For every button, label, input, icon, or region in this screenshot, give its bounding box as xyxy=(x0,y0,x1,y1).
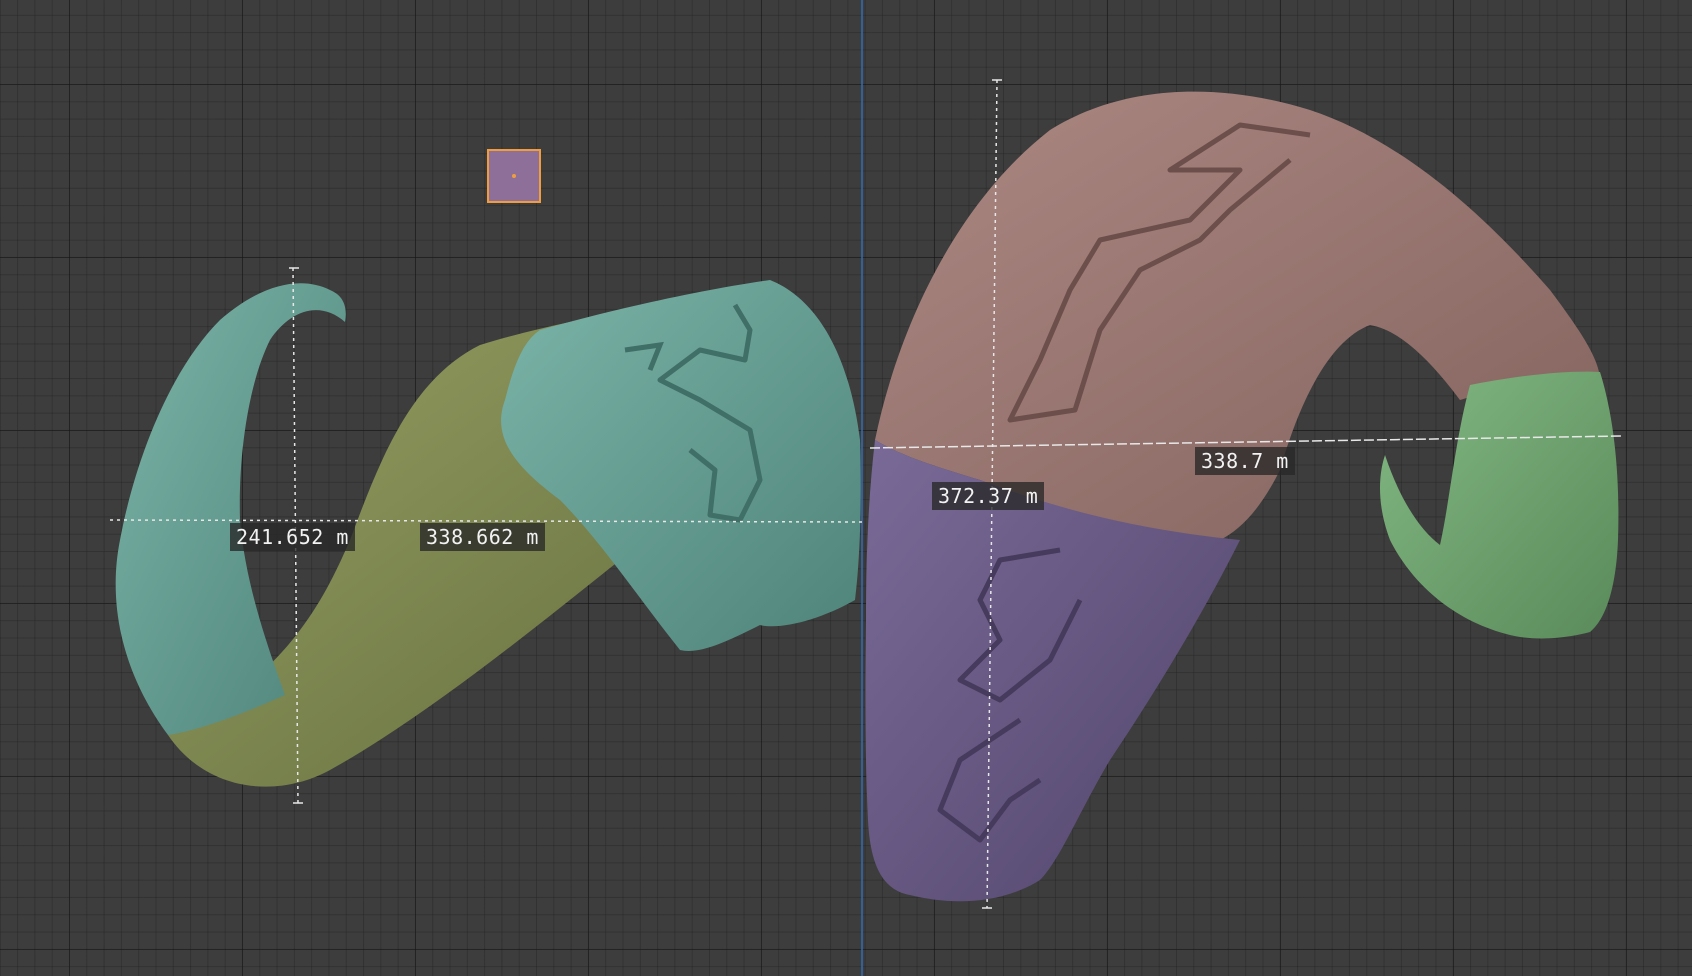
measure-label-left-horizontal[interactable]: 338.662 m xyxy=(420,523,545,551)
object-origin-dot xyxy=(512,174,516,178)
viewport-scene[interactable] xyxy=(0,0,1692,976)
empty-object-icon[interactable] xyxy=(487,149,541,203)
measure-label-right-vertical[interactable]: 372.37 m xyxy=(932,482,1045,510)
3d-viewport[interactable]: 241.652 m 338.662 m 372.37 m 338.7 m xyxy=(0,0,1692,976)
measure-label-right-horizontal[interactable]: 338.7 m xyxy=(1195,447,1295,475)
horn-right-green-tip[interactable] xyxy=(1380,371,1619,639)
measure-label-left-vertical[interactable]: 241.652 m xyxy=(230,523,355,551)
